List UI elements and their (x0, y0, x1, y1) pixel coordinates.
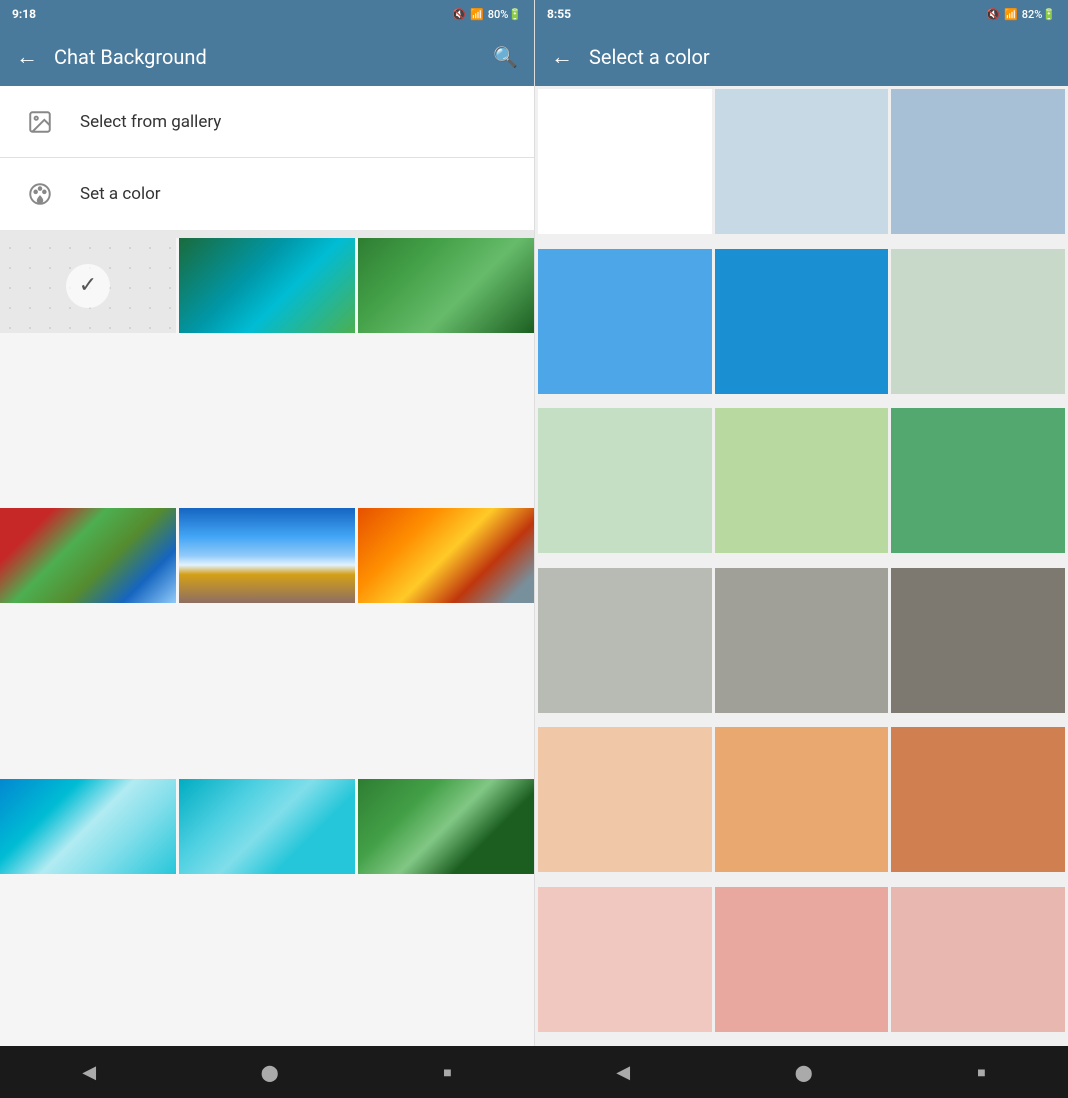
gallery-icon (20, 102, 60, 142)
nav-back-right[interactable]: ◀ (592, 1054, 654, 1091)
status-bar-right: 8:55 🔇 📶 82%🔋 (535, 0, 1068, 28)
gallery-label: Select from gallery (80, 112, 221, 132)
nav-recent-right[interactable]: ■ (953, 1056, 1009, 1089)
wallpaper-eiffel[interactable] (0, 508, 176, 603)
color-swatch-1[interactable] (715, 89, 889, 234)
gallery-menu-item[interactable]: Select from gallery (0, 86, 534, 158)
color-swatch-0[interactable] (538, 89, 712, 234)
battery-left: 80%🔋 (488, 8, 522, 21)
mute-icon-right: 🔇 (986, 8, 1000, 21)
bottom-navigation: ◀ ⬤ ■ ◀ ⬤ ■ (0, 1046, 1068, 1098)
wallpaper-desert[interactable] (358, 508, 534, 603)
time-left: 9:18 (12, 7, 36, 21)
status-icons-left: 🔇 📶 80%🔋 (452, 8, 522, 21)
wallpaper-grid: ✓ (0, 238, 534, 1046)
color-swatch-12[interactable] (538, 727, 712, 872)
status-bar-left: 9:18 🔇 📶 80%🔋 (0, 0, 534, 28)
color-swatch-7[interactable] (715, 408, 889, 553)
nav-right: ◀ ⬤ ■ (534, 1046, 1068, 1098)
color-swatch-16[interactable] (715, 887, 889, 1032)
color-palette-grid (535, 86, 1068, 1046)
color-swatch-9[interactable] (538, 568, 712, 713)
color-swatch-5[interactable] (891, 249, 1065, 394)
color-swatch-11[interactable] (891, 568, 1065, 713)
color-swatch-15[interactable] (538, 887, 712, 1032)
right-screen: 8:55 🔇 📶 82%🔋 ← Select a color (534, 0, 1068, 1046)
wallpaper-aerial[interactable] (179, 238, 355, 333)
color-swatch-2[interactable] (891, 89, 1065, 234)
search-button[interactable]: 🔍 (493, 45, 518, 69)
color-swatch-3[interactable] (538, 249, 712, 394)
color-swatch-8[interactable] (891, 408, 1065, 553)
nav-home-right[interactable]: ⬤ (771, 1055, 837, 1090)
time-right: 8:55 (547, 7, 571, 21)
color-swatch-4[interactable] (715, 249, 889, 394)
page-title-left: Chat Background (54, 45, 477, 69)
left-screen: 9:18 🔇 📶 80%🔋 ← Chat Background 🔍 (0, 0, 534, 1046)
palette-icon (20, 174, 60, 214)
color-swatch-14[interactable] (891, 727, 1065, 872)
selected-check: ✓ (66, 264, 110, 308)
wifi-icon-left: 📶 (470, 8, 484, 21)
color-swatch-17[interactable] (891, 887, 1065, 1032)
nav-back-left[interactable]: ◀ (58, 1054, 120, 1091)
wallpaper-turquoise[interactable] (179, 779, 355, 874)
status-icons-right: 🔇 📶 82%🔋 (986, 8, 1056, 21)
wallpaper-greenleaf[interactable] (358, 779, 534, 874)
wallpaper-lighthouse[interactable] (179, 508, 355, 603)
wallpaper-leaf[interactable] (358, 238, 534, 333)
divider (0, 230, 534, 238)
wallpaper-ocean[interactable] (0, 779, 176, 874)
color-swatch-10[interactable] (715, 568, 889, 713)
wifi-icon-right: 📶 (1004, 8, 1018, 21)
battery-right: 82%🔋 (1022, 8, 1056, 21)
nav-home-left[interactable]: ⬤ (237, 1055, 303, 1090)
nav-recent-left[interactable]: ■ (419, 1056, 475, 1089)
color-swatch-13[interactable] (715, 727, 889, 872)
color-swatch-6[interactable] (538, 408, 712, 553)
page-title-right: Select a color (589, 45, 1052, 69)
header-left: ← Chat Background 🔍 (0, 28, 534, 86)
back-button-right[interactable]: ← (551, 44, 573, 70)
mute-icon-left: 🔇 (452, 8, 466, 21)
menu-list: Select from gallery Set a color (0, 86, 534, 230)
back-button-left[interactable]: ← (16, 44, 38, 70)
header-right: ← Select a color (535, 28, 1068, 86)
nav-left: ◀ ⬤ ■ (0, 1046, 534, 1098)
color-menu-item[interactable]: Set a color (0, 158, 534, 230)
wallpaper-pattern[interactable]: ✓ (0, 238, 176, 333)
color-label: Set a color (80, 184, 161, 204)
